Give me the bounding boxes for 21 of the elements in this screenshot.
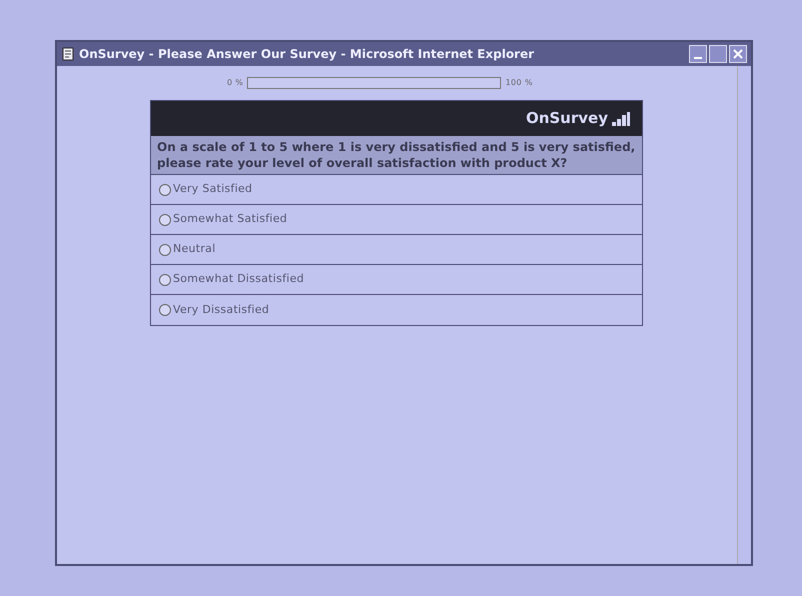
minimize-button[interactable] — [689, 45, 707, 63]
radio-button[interactable] — [159, 274, 171, 286]
radio-button[interactable] — [159, 214, 171, 226]
radio-button[interactable] — [159, 184, 171, 196]
option-label[interactable]: Somewhat Dissatisfied — [159, 271, 304, 288]
bar-chart-icon — [612, 112, 630, 126]
question-text: On a scale of 1 to 5 where 1 is very dissatisfied and 5 is very satisfied, please rate your level of overall satisfaction with product X? — [151, 136, 642, 175]
option-label[interactable]: Somewhat Satisfied — [159, 211, 288, 228]
option-label[interactable]: Neutral — [159, 241, 216, 258]
option-label[interactable]: Very Dissatisfied — [159, 302, 270, 318]
window-title: OnSurvey - Please Answer Our Survey - Microsoft Internet Explorer — [79, 46, 534, 63]
maximize-button[interactable] — [709, 45, 727, 63]
radio-button[interactable] — [159, 304, 171, 316]
close-icon — [733, 49, 743, 59]
close-button[interactable] — [729, 45, 747, 63]
progress-start-label: 0 % — [227, 77, 244, 89]
radio-button[interactable] — [159, 244, 171, 256]
document-icon — [61, 47, 75, 61]
progress-end-label: 100 % — [505, 77, 533, 89]
option-label[interactable]: Very Satisfied — [159, 181, 252, 198]
brand-name: OnSurvey — [526, 108, 608, 130]
